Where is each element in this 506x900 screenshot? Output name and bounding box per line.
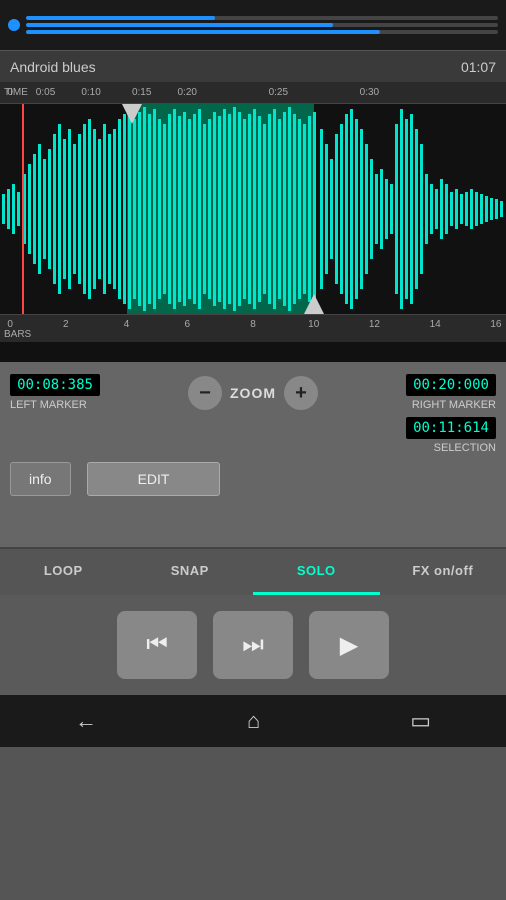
zoom-label: ZOOM [230,385,276,401]
status-dot [8,19,20,31]
waveform-container[interactable]: TIME 0 0:05 0:10 0:15 0:20 0:25 0:30 [0,82,506,362]
right-marker-time: 00:20:000 [406,374,496,396]
controls-row: 00:08:385 LEFT MARKER − ZOOM + 00:20:000… [10,374,496,454]
bar-tick-4: 8 [250,319,256,330]
right-marker-block: 00:20:000 RIGHT MARKER [406,374,496,411]
bar-tick-2: 4 [124,319,130,330]
bar-tick-6: 12 [369,319,380,330]
left-marker-triangle[interactable] [122,104,142,124]
info-button[interactable]: info [10,462,71,496]
progress-fill-1 [26,16,215,20]
right-block: 00:20:000 RIGHT MARKER 00:11:614 SELECTI… [406,374,496,454]
time-tick-0: 0 [7,87,13,98]
left-marker-block: 00:08:385 LEFT MARKER [10,374,100,411]
recent-nav-icon[interactable]: ▭ [410,708,431,734]
time-tick-4: 0:20 [177,87,196,98]
left-marker-time: 00:08:385 [10,374,100,396]
time-ruler: TIME 0 0:05 0:10 0:15 0:20 0:25 0:30 [0,82,506,104]
right-marker-triangle[interactable] [304,294,324,314]
transport-controls: ⏮ ⏭ ▶ [0,595,506,695]
next-icon: ⏭ [242,631,264,659]
back-nav-icon[interactable]: ← [75,708,97,734]
next-button[interactable]: ⏭ [213,611,293,679]
selection-time: 00:11:614 [406,417,496,439]
time-tick-6: 0:30 [360,87,379,98]
bars-ruler: 0 2 4 6 8 10 12 14 16 BARS [0,314,506,342]
bar-tick-5: 10 [308,319,319,330]
waveform-svg [0,104,506,314]
play-icon: ▶ [340,631,358,660]
zoom-controls: − ZOOM + [188,376,318,410]
track-title: Android blues [10,59,96,75]
bottom-tabs: LOOP SNAP SOLO FX on/off [0,547,506,595]
zoom-block: − ZOOM + [188,374,318,410]
playhead-line [22,104,24,314]
play-button[interactable]: ▶ [309,611,389,679]
time-tick-1: 0:05 [36,87,55,98]
tab-snap[interactable]: SNAP [127,549,254,595]
status-bar [0,0,506,50]
home-nav-icon[interactable]: ⌂ [247,708,260,734]
right-marker-label: RIGHT MARKER [412,399,496,411]
tab-solo[interactable]: SOLO [253,549,380,595]
progress-bars [26,16,498,34]
edit-button[interactable]: EDIT [87,462,221,496]
controls-area: 00:08:385 LEFT MARKER − ZOOM + 00:20:000… [0,362,506,547]
tab-loop[interactable]: LOOP [0,549,127,595]
zoom-minus-button[interactable]: − [188,376,222,410]
bar-tick-3: 6 [184,319,190,330]
bar-tick-8: 16 [490,319,501,330]
prev-icon: ⏮ [146,631,168,659]
bar-tick-7: 14 [430,319,441,330]
time-tick-3: 0:15 [132,87,151,98]
progress-bar-2 [26,23,498,27]
progress-fill-2 [26,23,333,27]
selection-block: 00:11:614 SELECTION [406,417,496,454]
bars-ruler-label: BARS [4,329,31,340]
left-marker-label: LEFT MARKER [10,399,87,411]
track-duration: 01:07 [461,59,496,75]
prev-button[interactable]: ⏮ [117,611,197,679]
tab-fx[interactable]: FX on/off [380,549,506,595]
system-nav-bar: ← ⌂ ▭ [0,695,506,747]
time-tick-2: 0:10 [81,87,100,98]
time-tick-5: 0:25 [269,87,288,98]
selection-label: SELECTION [434,442,496,454]
progress-bar-3 [26,30,498,34]
action-buttons-row: info EDIT [10,462,496,496]
track-info-bar: Android blues 01:07 [0,50,506,82]
bar-tick-1: 2 [63,319,69,330]
zoom-plus-button[interactable]: + [284,376,318,410]
waveform-area[interactable] [0,104,506,314]
progress-fill-3 [26,30,380,34]
progress-bar-1 [26,16,498,20]
